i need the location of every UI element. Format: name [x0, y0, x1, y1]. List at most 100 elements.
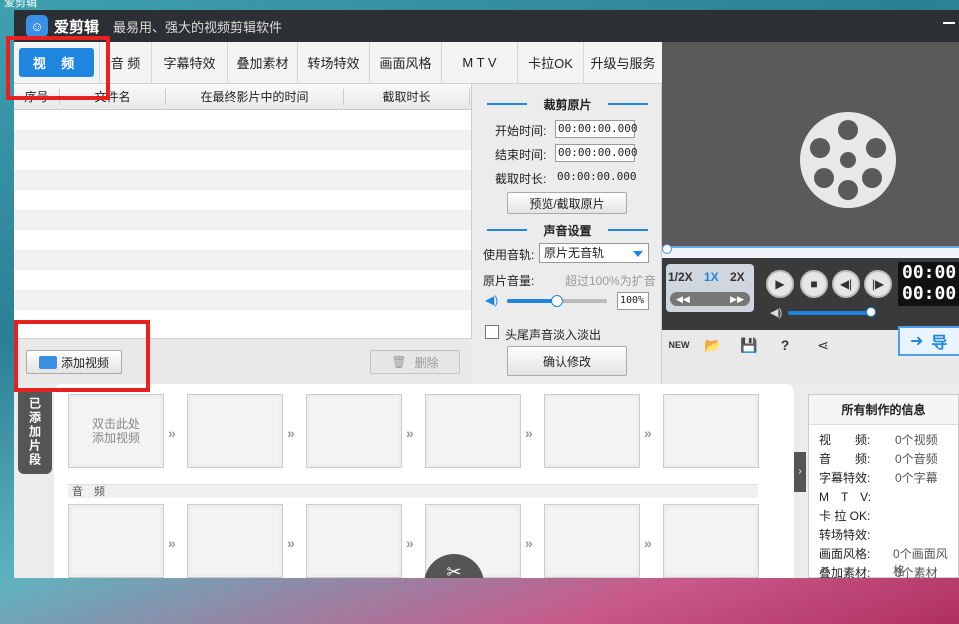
- table-row[interactable]: [14, 150, 471, 170]
- open-folder-icon[interactable]: 📂: [702, 336, 724, 354]
- time-line-1: 00:00:: [902, 262, 959, 283]
- video-slot[interactable]: [425, 394, 521, 468]
- speed-1x[interactable]: 1X: [704, 270, 719, 284]
- app-name: 爱剪辑: [54, 18, 100, 36]
- storyboard: 双击此处 添加视频 » » » » » 音 频 » » » » » ✂: [54, 384, 794, 578]
- speed-half[interactable]: 1/2X: [668, 270, 693, 284]
- tab-upgrade[interactable]: 升级与服务: [584, 42, 662, 84]
- trim-section-title: 裁剪原片: [473, 96, 662, 113]
- share-icon[interactable]: ⋖: [812, 336, 834, 354]
- audio-slot[interactable]: [187, 504, 283, 578]
- app-window: ☺ 爱剪辑 最易用、强大的视频剪辑软件 视 频 音 频 字幕特效 叠加素材 转场…: [14, 10, 959, 578]
- highlight-box-video-tab: [6, 36, 110, 100]
- highlight-box-add-video: [14, 320, 150, 392]
- audio-slot[interactable]: [306, 504, 402, 578]
- audio-slot[interactable]: [544, 504, 640, 578]
- seek-bar[interactable]: [662, 244, 959, 258]
- prev-frame-button[interactable]: ◀|: [832, 270, 860, 298]
- delete-button[interactable]: 🗑 删除: [370, 350, 460, 374]
- start-time-label: 开始时间:: [495, 124, 547, 138]
- minimize-button[interactable]: [943, 22, 955, 24]
- col-duration[interactable]: 截取时长: [344, 88, 470, 105]
- info-title: 所有制作的信息: [809, 395, 958, 425]
- app-logo-icon: ☺: [26, 15, 48, 37]
- volume-slider-fill: [507, 299, 557, 303]
- table-row[interactable]: [14, 170, 471, 190]
- export-label: 导: [931, 335, 948, 352]
- arrow-icon: »: [525, 425, 533, 441]
- rewind-icon[interactable]: ◀◀: [676, 292, 690, 306]
- tab-karaoke[interactable]: 卡拉OK: [518, 41, 584, 84]
- stop-button[interactable]: ■: [800, 270, 828, 298]
- table-row[interactable]: [14, 250, 471, 270]
- export-icon: ➜: [910, 333, 924, 350]
- video-slot[interactable]: [187, 394, 283, 468]
- start-time-input[interactable]: 00:00:00.000: [555, 120, 637, 138]
- audio-slot[interactable]: [68, 504, 164, 578]
- next-frame-button[interactable]: |▶: [864, 270, 892, 298]
- slot-hint-line-1: 双击此处: [91, 417, 140, 431]
- tab-mtv[interactable]: M T V: [442, 41, 518, 84]
- speed-slider[interactable]: ◀◀ ▶▶: [670, 292, 750, 306]
- app-subtitle: 最易用、强大的视频剪辑软件: [113, 19, 283, 35]
- audio-track-select[interactable]: 原片无音轨: [539, 243, 649, 263]
- arrow-icon: »: [406, 535, 414, 551]
- duration-value: 00:00:00.000: [557, 170, 637, 183]
- player-controls: 1/2X 1X 2X ◀◀ ▶▶ ▶ ■ ◀| |▶ ◀) 00:00: 00:0…: [662, 258, 959, 330]
- fast-forward-icon[interactable]: ▶▶: [730, 292, 744, 306]
- fade-checkbox[interactable]: [485, 325, 499, 339]
- table-row[interactable]: [14, 110, 471, 130]
- table-row[interactable]: [14, 230, 471, 250]
- storyboard-area: 已添加片段 双击此处 添加视频 » » » » » 音 频 » » » » » …: [14, 384, 959, 578]
- added-clips-tab[interactable]: 已添加片段: [18, 390, 52, 474]
- player-volume-track[interactable]: [788, 311, 870, 315]
- info-row-audio: 音 频: 0个音频: [819, 452, 938, 466]
- tab-picture-style[interactable]: 画面风格: [370, 41, 442, 84]
- table-row[interactable]: [14, 190, 471, 210]
- arrow-icon: »: [644, 425, 652, 441]
- video-slot[interactable]: [544, 394, 640, 468]
- info-row-video: 视 频: 0个视频: [819, 433, 938, 447]
- volume-slider[interactable]: [507, 295, 607, 307]
- volume-hint: 超过100%为扩音: [565, 274, 656, 288]
- audio-slot[interactable]: [663, 504, 759, 578]
- video-slot[interactable]: [663, 394, 759, 468]
- table-row[interactable]: [14, 210, 471, 230]
- clip-table-body[interactable]: [14, 110, 471, 330]
- tab-subtitle-effects[interactable]: 字幕特效: [152, 41, 228, 84]
- confirm-button[interactable]: 确认修改: [507, 346, 627, 376]
- play-button[interactable]: ▶: [766, 270, 794, 298]
- preview-toolbar: NEW 📂 💾 ? ⋖ ➜ 导: [662, 326, 959, 384]
- help-icon[interactable]: ?: [774, 336, 796, 354]
- save-icon[interactable]: 💾: [738, 336, 760, 354]
- duration-label: 截取时长:: [495, 172, 547, 186]
- video-slot[interactable]: [306, 394, 402, 468]
- speaker-icon[interactable]: ◀): [485, 293, 498, 307]
- table-row[interactable]: [14, 290, 471, 310]
- player-speaker-icon[interactable]: ◀): [770, 306, 782, 319]
- preview-trim-button[interactable]: 预览/截取原片: [507, 192, 627, 214]
- arrow-icon: »: [406, 425, 414, 441]
- player-volume-knob[interactable]: [866, 307, 876, 317]
- seek-knob[interactable]: [662, 244, 672, 254]
- arrow-icon: »: [168, 425, 176, 441]
- export-button[interactable]: ➜ 导: [898, 326, 959, 356]
- col-time-in-movie[interactable]: 在最终影片中的时间: [166, 88, 344, 105]
- tab-transition[interactable]: 转场特效: [298, 41, 370, 84]
- new-project-icon[interactable]: NEW: [668, 336, 690, 354]
- table-row[interactable]: [14, 270, 471, 290]
- speed-2x[interactable]: 2X: [730, 270, 745, 284]
- time-line-2: 00:00:: [902, 283, 959, 304]
- end-time-input[interactable]: 00:00:00.000: [555, 144, 637, 162]
- panel-expand-icon[interactable]: ›: [794, 452, 806, 492]
- player-volume[interactable]: ◀): [770, 306, 878, 320]
- table-row[interactable]: [14, 130, 471, 150]
- delete-label: 删除: [414, 355, 439, 370]
- info-row-overlay: 叠加素材: 0个素材: [819, 566, 938, 578]
- tab-overlay[interactable]: 叠加素材: [228, 41, 298, 84]
- speed-selector[interactable]: 1/2X 1X 2X ◀◀ ▶▶: [666, 264, 754, 312]
- audio-track-label: 音 频: [68, 484, 758, 498]
- video-slot[interactable]: 双击此处 添加视频: [68, 394, 164, 468]
- volume-percent-input[interactable]: 100%: [617, 292, 649, 310]
- volume-slider-knob[interactable]: [551, 295, 563, 307]
